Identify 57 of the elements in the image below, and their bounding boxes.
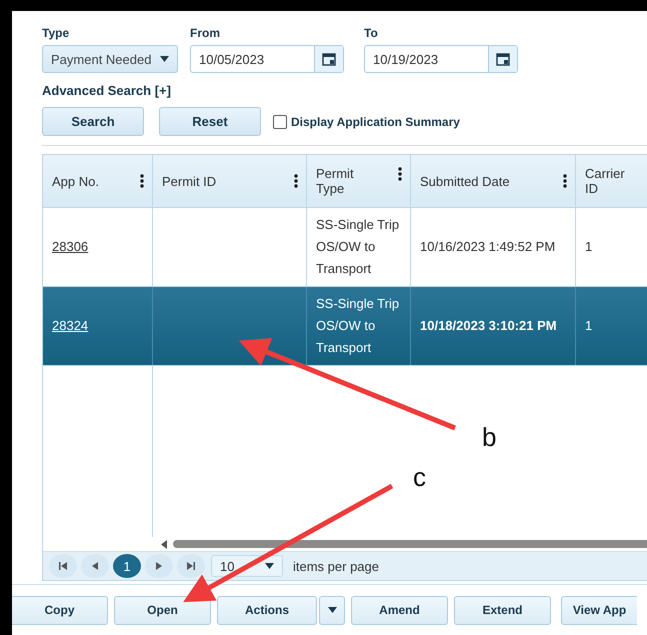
table-cell-text: 10/18/2023 3:10:21 PM — [420, 317, 557, 335]
items-per-page-label: items per page — [293, 558, 379, 574]
next-page-button[interactable] — [145, 554, 173, 578]
calendar-icon — [322, 52, 336, 66]
caret-icon — [265, 563, 274, 569]
caret-icon — [328, 607, 336, 613]
type-dropdown[interactable]: Payment Needed — [42, 45, 178, 73]
date-field[interactable]: 10/05/2023 — [190, 45, 344, 73]
column-menu-icon[interactable] — [398, 167, 402, 181]
caret-icon — [160, 56, 169, 62]
toolbar-button[interactable]: Amend — [351, 596, 448, 624]
first-page-icon — [59, 562, 67, 570]
column-header[interactable]: Submitted Date — [411, 155, 576, 207]
column-header[interactable]: App No. — [43, 155, 153, 207]
checkbox-label: Display Application Summary — [291, 114, 460, 128]
column-header[interactable]: Carrier ID — [576, 155, 647, 207]
previous-icon — [92, 562, 98, 570]
app-number-link[interactable]: 28324 — [52, 315, 88, 337]
date-label: From — [190, 26, 221, 40]
table-cell-text: 1 — [585, 238, 592, 256]
table-cell-text: SS-Single Trip OS/OW to Transport — [316, 295, 400, 357]
table-cell-text: 1 — [585, 317, 592, 335]
table-cell-text: 10/16/2023 1:49:52 PM — [420, 238, 556, 256]
actions-menu-button[interactable] — [319, 596, 345, 624]
next-icon — [156, 562, 162, 570]
advanced-search-link[interactable]: Advanced Search [+] — [42, 83, 171, 98]
type-label: Type — [42, 26, 70, 40]
page-number-button[interactable]: 1 — [113, 554, 141, 578]
date-label: To — [364, 26, 379, 40]
search-button[interactable]: Search — [42, 107, 144, 136]
table-row[interactable]: 28324 SS-Single Trip OS/OW to Transport 10/18/2023 3:10:21 PM 1 — [43, 287, 647, 366]
column-header[interactable]: Permit ID — [153, 155, 307, 207]
scroll-left-icon[interactable] — [161, 540, 167, 548]
table-cell-text: SS-Single Trip OS/OW to Transport — [316, 216, 400, 278]
column-menu-icon[interactable] — [140, 174, 144, 188]
reset-button[interactable]: Reset — [159, 107, 261, 136]
calendar-icon — [496, 52, 510, 66]
toolbar-button[interactable]: Extend — [454, 596, 551, 624]
app-number-link[interactable]: 28306 — [52, 236, 88, 258]
checkbox[interactable] — [273, 114, 287, 128]
toolbar-button[interactable]: View App — [561, 596, 637, 624]
annotation-label: b — [482, 424, 496, 450]
actions-button[interactable]: Actions — [217, 596, 317, 624]
toolbar-button[interactable]: Copy — [12, 596, 108, 624]
last-page-icon — [187, 562, 195, 570]
last-page-button[interactable] — [177, 554, 205, 578]
column-menu-icon[interactable] — [563, 174, 567, 188]
horizontal-scrollbar[interactable] — [173, 540, 647, 548]
previous-page-button[interactable] — [81, 554, 109, 578]
column-menu-icon[interactable] — [294, 174, 298, 188]
toolbar-button[interactable]: Open — [114, 596, 211, 624]
column-header[interactable]: Permit Type — [307, 155, 411, 207]
date-field[interactable]: 10/19/2023 — [364, 45, 518, 73]
calendar-button[interactable] — [488, 46, 517, 72]
first-page-button[interactable] — [49, 554, 77, 578]
annotation-label: c — [413, 464, 426, 490]
calendar-button[interactable] — [314, 46, 343, 72]
